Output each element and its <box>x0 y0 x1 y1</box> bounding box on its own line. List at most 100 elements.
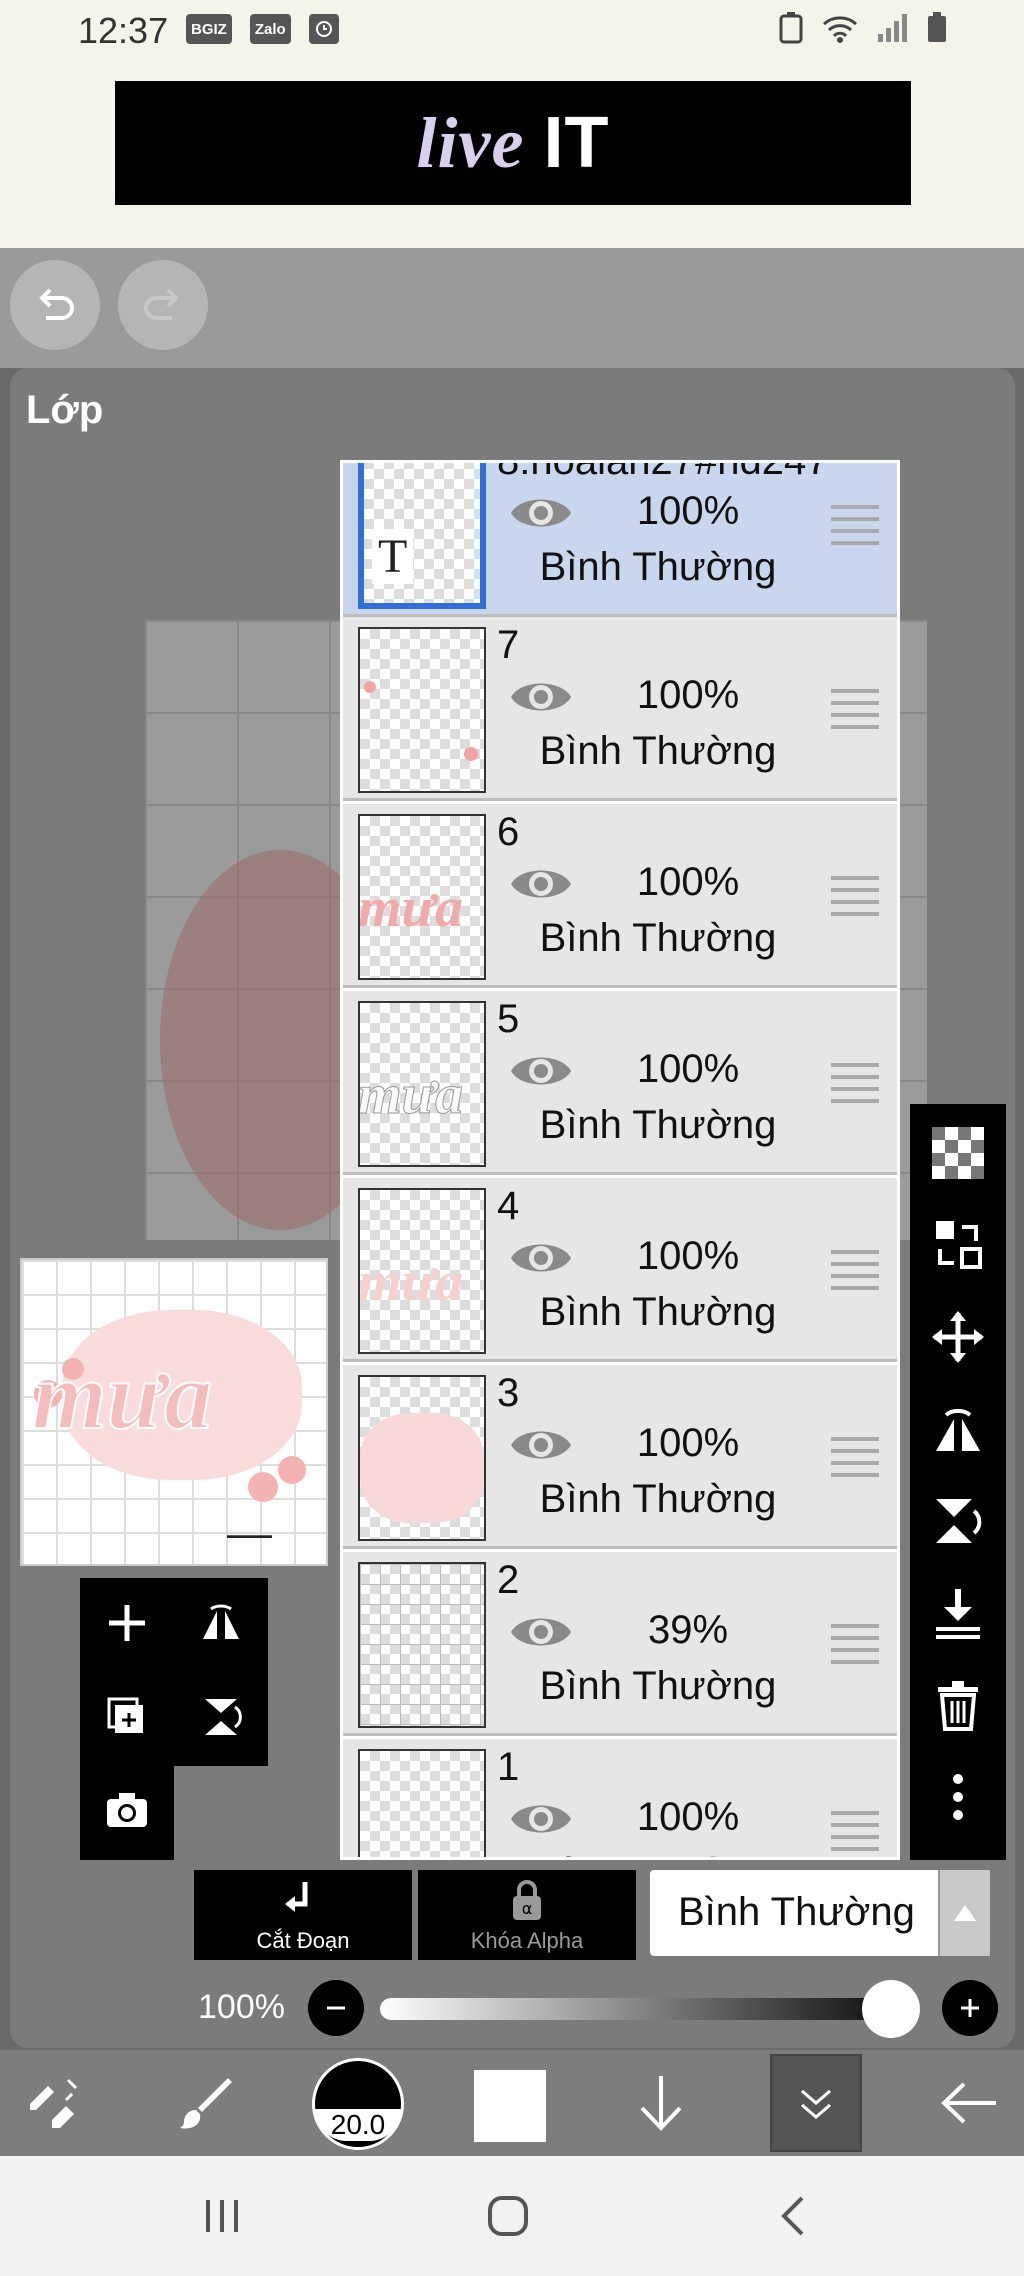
arrow-left-icon <box>941 2082 996 2124</box>
layer-blend-mode[interactable]: Bình Thường <box>493 916 823 961</box>
layer-opacity[interactable]: 100% <box>613 1047 763 1092</box>
blend-mode-select[interactable]: Bình Thường <box>650 1870 990 1956</box>
layer-row[interactable]: mưa 4 100% Bình Thường <box>343 1178 897 1362</box>
drag-handle-icon[interactable] <box>831 1063 879 1103</box>
layer-opacity[interactable]: 39% <box>613 1608 763 1653</box>
camera-button[interactable] <box>82 1766 172 1856</box>
canvas-preview[interactable]: mưa ▬▬▬▬▬ <box>20 1258 328 1566</box>
drag-handle-icon[interactable] <box>831 689 879 729</box>
move-down-button[interactable] <box>606 2050 716 2156</box>
flip-layer-v-button[interactable] <box>176 1672 266 1762</box>
visibility-eye-icon[interactable] <box>507 858 575 910</box>
opacity-slider-thumb[interactable] <box>862 1980 920 2038</box>
alpha-lock-label: Khóa Alpha <box>470 1928 584 1953</box>
layer-blend-mode[interactable]: Bình Thường <box>493 545 823 590</box>
layer-blend-mode[interactable]: Bình Thường <box>493 1290 823 1335</box>
alpha-lock-button[interactable]: α Khóa Alpha <box>418 1870 636 1960</box>
layer-blend-mode[interactable]: Bình Thường <box>493 1664 823 1709</box>
layer-opacity[interactable]: 100% <box>613 860 763 905</box>
opacity-slider[interactable] <box>380 1998 920 2020</box>
layer-row[interactable]: 2 39% Bình Thường <box>343 1552 897 1736</box>
drag-handle-icon[interactable] <box>831 1811 879 1851</box>
status-bar: 12:37 BGIZ Zalo live IT <box>0 0 1024 248</box>
more-button[interactable] <box>910 1752 1006 1842</box>
home-button[interactable] <box>478 2186 538 2246</box>
layer-row[interactable]: T 8:hoaian27#nd247 100% Bình Thường <box>343 463 897 617</box>
layer-name: 1 <box>497 1745 520 1789</box>
layer-panel-toggle[interactable] <box>770 2054 862 2152</box>
layer-opacity[interactable]: 100% <box>613 673 763 718</box>
flip-vertical-button[interactable] <box>910 1476 1006 1566</box>
status-left-icons: BGIZ Zalo <box>186 14 339 44</box>
merge-down-button[interactable] <box>910 1568 1006 1658</box>
ad-banner[interactable]: live IT <box>115 81 911 205</box>
visibility-eye-icon[interactable] <box>507 1606 575 1658</box>
undo-button[interactable] <box>10 260 100 350</box>
back-arrow-button[interactable] <box>914 2050 1024 2156</box>
blend-mode-value: Bình Thường <box>678 1890 915 1934</box>
battery-icon <box>928 12 946 42</box>
swap-layer-button[interactable] <box>910 1200 1006 1290</box>
system-nav-bar <box>0 2156 1024 2276</box>
drag-handle-icon[interactable] <box>831 505 879 545</box>
transparency-button[interactable] <box>910 1108 1006 1198</box>
zalo-icon: Zalo <box>249 14 291 44</box>
drag-handle-icon[interactable] <box>831 1624 879 1664</box>
battery-saver-icon <box>779 12 803 44</box>
drag-handle-icon[interactable] <box>831 1437 879 1477</box>
layer-blend-mode[interactable]: Bình Thường <box>493 1477 823 1522</box>
visibility-eye-icon[interactable] <box>507 1045 575 1097</box>
preview-dot <box>248 1472 278 1502</box>
clipping-label: Cắt Đoạn <box>256 1928 350 1953</box>
layer-opacity[interactable]: 100% <box>613 1795 763 1840</box>
layer-blend-mode[interactable]: Bình Thường <box>493 729 823 774</box>
swap-layer-icon <box>936 1221 982 1269</box>
svg-text:α: α <box>522 1899 533 1918</box>
layer-row[interactable]: 1 100% Bình Thường <box>343 1739 897 1857</box>
preview-signature: ▬▬▬▬▬ <box>227 1530 272 1540</box>
layer-name: 4 <box>497 1184 520 1228</box>
layer-opacity[interactable]: 100% <box>613 1421 763 1466</box>
layer-blend-mode[interactable]: Bình Thường <box>493 1851 823 1857</box>
drag-handle-icon[interactable] <box>831 876 879 916</box>
layer-opacity[interactable]: 100% <box>613 1234 763 1279</box>
add-layer-icon <box>109 1605 145 1641</box>
double-chevron-down-icon <box>801 2089 831 2119</box>
add-copy-layer-button[interactable] <box>82 1672 172 1762</box>
layer-blend-mode[interactable]: Bình Thường <box>493 1103 823 1148</box>
opacity-decrease-button[interactable] <box>308 1980 364 2036</box>
layer-row[interactable]: mưa 6 100% Bình Thường <box>343 804 897 988</box>
visibility-eye-icon[interactable] <box>507 487 575 539</box>
flip-layer-h-button[interactable] <box>176 1578 266 1668</box>
visibility-eye-icon[interactable] <box>507 1419 575 1471</box>
drag-handle-icon[interactable] <box>831 1250 879 1290</box>
color-swatch[interactable] <box>474 2070 546 2142</box>
tool-switch-button[interactable] <box>0 2050 110 2156</box>
recent-apps-icon <box>206 2200 238 2232</box>
layer-opacity[interactable]: 100% <box>613 489 763 534</box>
recent-apps-button[interactable] <box>192 2186 252 2246</box>
redo-button[interactable] <box>118 260 208 350</box>
layer-name: 2 <box>497 1558 520 1602</box>
add-layer-button[interactable] <box>82 1578 172 1668</box>
layer-row[interactable]: 3 100% Bình Thường <box>343 1365 897 1549</box>
clock-app-icon <box>308 14 339 44</box>
visibility-eye-icon[interactable] <box>507 1793 575 1845</box>
layer-row[interactable]: 7 100% Bình Thường <box>343 617 897 801</box>
visibility-eye-icon[interactable] <box>507 1232 575 1284</box>
brush-button[interactable] <box>150 2050 260 2156</box>
brush-icon <box>180 2078 232 2129</box>
clipping-button[interactable]: Cắt Đoạn <box>194 1870 412 1960</box>
layer-list[interactable]: T 8:hoaian27#nd247 100% Bình Thường 7 100% Bìn… <box>340 460 900 1860</box>
flip-horizontal-button[interactable] <box>910 1384 1006 1474</box>
layer-row[interactable]: mưa 5 100% Bình Thường <box>343 991 897 1175</box>
thumb-word: mưa <box>358 877 464 939</box>
opacity-increase-button[interactable] <box>942 1980 998 2036</box>
brush-size-indicator[interactable]: 20.0 <box>312 2058 404 2150</box>
delete-layer-button[interactable] <box>910 1660 1006 1750</box>
move-button[interactable] <box>910 1292 1006 1382</box>
camera-icon <box>107 1793 147 1827</box>
visibility-eye-icon[interactable] <box>507 671 575 723</box>
trash-icon <box>938 1681 978 1731</box>
back-button[interactable] <box>764 2186 824 2246</box>
